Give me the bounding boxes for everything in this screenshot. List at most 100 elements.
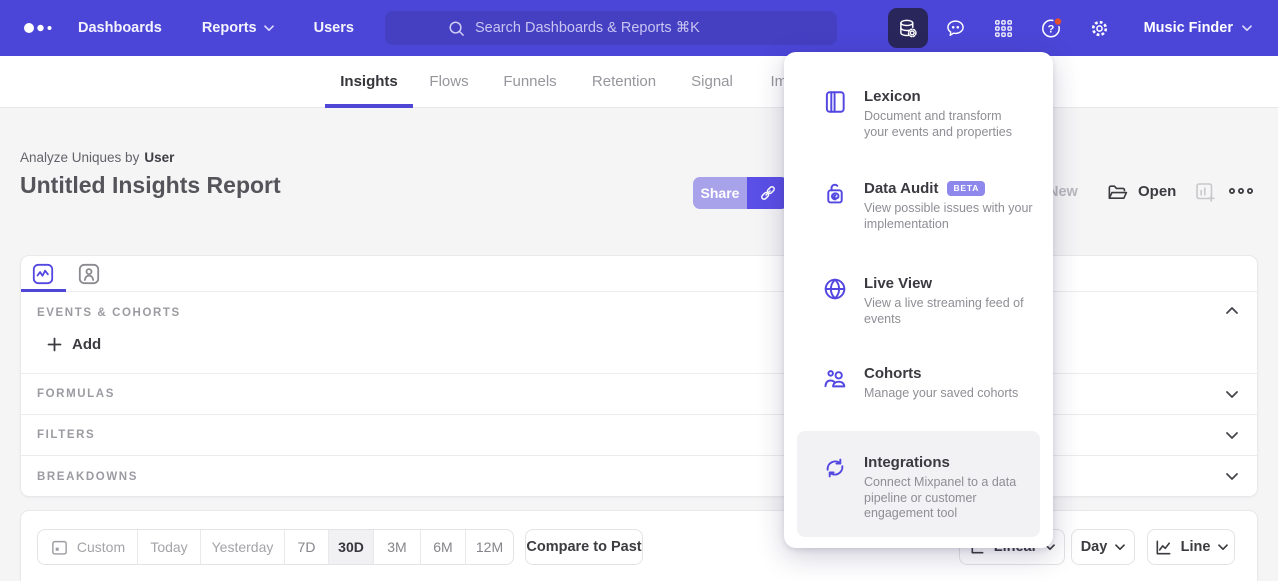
tab-flows[interactable]: Flows: [429, 56, 468, 108]
chevron-down-icon: [1242, 25, 1252, 32]
project-name: Music Finder: [1144, 20, 1233, 36]
tab-signal[interactable]: Signal: [691, 56, 733, 108]
chevron-down-icon: [1218, 544, 1228, 551]
nav-link-users[interactable]: Users: [314, 20, 354, 36]
chevron-down-icon: [1225, 390, 1239, 399]
chart-controls-card: Custom Today Yesterday 7D 30D 3M 6M 12M …: [20, 510, 1258, 581]
link-icon: [758, 183, 778, 203]
chevron-down-icon: [264, 25, 274, 32]
chart-type-dropdown[interactable]: Line: [1147, 529, 1235, 565]
active-tab-underline: [325, 104, 413, 108]
menu-item-cohorts[interactable]: Cohorts Manage your saved cohorts: [784, 365, 1053, 402]
report-title[interactable]: Untitled Insights Report: [20, 172, 281, 199]
more-options-button[interactable]: [1228, 187, 1254, 195]
menu-item-title: Live View: [864, 275, 932, 292]
nav-link-dashboards[interactable]: Dashboards: [78, 20, 162, 36]
chevron-down-icon: [1225, 472, 1239, 481]
notification-dot: [1054, 18, 1062, 26]
menu-item-data-audit[interactable]: Data Audit BETA View possible issues wit…: [784, 180, 1053, 232]
section-label: FILTERS: [37, 429, 95, 441]
menu-item-integrations[interactable]: Integrations Connect Mixpanel to a data …: [797, 431, 1040, 522]
range-custom[interactable]: Custom: [38, 530, 138, 564]
chevron-down-icon: [1225, 431, 1239, 440]
feedback-icon[interactable]: [936, 8, 976, 48]
tab-funnels[interactable]: Funnels: [503, 56, 556, 108]
menu-item-title: Data Audit: [864, 180, 938, 197]
section-label: BREAKDOWNS: [37, 471, 138, 483]
search-icon: [447, 19, 466, 38]
tab-retention[interactable]: Retention: [592, 56, 656, 108]
nav-link-label: Users: [314, 20, 354, 36]
svg-text:?: ?: [1047, 23, 1054, 35]
add-label: Add: [72, 336, 101, 353]
range-today[interactable]: Today: [138, 530, 201, 564]
menu-item-description: Connect Mixpanel to a data pipeline or c…: [864, 475, 1016, 522]
chevron-down-icon: [1115, 544, 1125, 551]
settings-gear-icon[interactable]: [1080, 8, 1120, 48]
menu-item-integrations-highlight[interactable]: Integrations Connect Mixpanel to a data …: [797, 431, 1040, 537]
lexicon-book-icon: [822, 89, 848, 115]
project-selector[interactable]: Music Finder: [1144, 20, 1252, 36]
analysis-eyebrow: Analyze Uniques by User: [20, 150, 174, 165]
segment-label: Custom: [77, 539, 125, 555]
global-search[interactable]: [385, 11, 837, 45]
eyebrow-value[interactable]: User: [144, 150, 174, 165]
range-6m[interactable]: 6M: [421, 530, 466, 564]
data-audit-lock-icon: [822, 181, 848, 207]
range-7d[interactable]: 7D: [285, 530, 329, 564]
search-input[interactable]: [475, 20, 775, 36]
eyebrow-prefix: Analyze Uniques by: [20, 150, 139, 165]
nav-links: Dashboards Reports Users: [78, 20, 354, 36]
menu-item-description: Manage your saved cohorts: [864, 386, 1018, 402]
formulas-section[interactable]: FORMULAS: [21, 374, 1257, 415]
live-view-globe-icon: [822, 276, 848, 302]
builder-view-tabs: [21, 256, 1257, 292]
range-30d[interactable]: 30D: [329, 530, 374, 564]
cohorts-people-icon: [822, 366, 848, 392]
range-yesterday[interactable]: Yesterday: [201, 530, 285, 564]
section-label: EVENTS & COHORTS: [37, 307, 181, 319]
plus-icon: [47, 337, 62, 352]
folder-open-icon: [1106, 181, 1129, 202]
range-3m[interactable]: 3M: [374, 530, 421, 564]
chart-type-label: Line: [1181, 539, 1211, 555]
menu-item-lexicon[interactable]: Lexicon Document and transform your even…: [784, 88, 1053, 140]
share-button[interactable]: Share: [693, 177, 747, 209]
range-12m[interactable]: 12M: [466, 530, 513, 564]
share-group: Share: [693, 177, 788, 209]
help-icon[interactable]: ?: [1032, 8, 1072, 48]
add-to-dashboard-button[interactable]: [1194, 181, 1217, 204]
line-chart-icon: [1154, 538, 1173, 557]
calendar-icon: [50, 538, 69, 557]
menu-item-description: View a live streaming feed of events: [864, 296, 1024, 327]
date-range-segmented-control: Custom Today Yesterday 7D 30D 3M 6M 12M: [37, 529, 514, 565]
tab-insights[interactable]: Insights: [340, 56, 398, 108]
data-management-icon[interactable]: [888, 8, 928, 48]
add-chart-icon: [1194, 181, 1217, 204]
menu-item-description: View possible issues with your implement…: [864, 201, 1033, 232]
mixpanel-logo-icon[interactable]: [22, 20, 58, 36]
profile-view-tab-icon[interactable]: [77, 262, 101, 286]
compare-to-past-button[interactable]: Compare to Past: [525, 529, 643, 565]
menu-item-description: Document and transform your events and p…: [864, 109, 1012, 140]
filters-section[interactable]: FILTERS: [21, 415, 1257, 456]
chart-view-tab-icon[interactable]: [31, 262, 55, 286]
interval-label: Day: [1081, 539, 1108, 555]
nav-link-reports[interactable]: Reports: [202, 20, 274, 36]
copy-link-button[interactable]: [747, 177, 788, 209]
menu-item-title: Integrations: [864, 454, 950, 471]
interval-dropdown[interactable]: Day: [1071, 529, 1135, 565]
section-label: FORMULAS: [37, 388, 115, 400]
chevron-up-icon[interactable]: [1225, 306, 1239, 315]
breakdowns-section[interactable]: BREAKDOWNS: [21, 456, 1257, 497]
menu-item-live-view[interactable]: Live View View a live streaming feed of …: [784, 275, 1053, 327]
events-cohorts-section: EVENTS & COHORTS Add: [21, 292, 1257, 374]
add-event-button[interactable]: Add: [47, 336, 101, 353]
top-navbar: Dashboards Reports Users: [0, 0, 1278, 56]
beta-badge: BETA: [947, 181, 985, 196]
navbar-right-actions: ? Music Finder: [888, 0, 1278, 56]
report-tabbar: Insights Flows Funnels Retention Signal …: [0, 56, 1278, 108]
app-grid-icon[interactable]: [984, 8, 1024, 48]
open-report-button[interactable]: Open: [1106, 181, 1176, 202]
open-label: Open: [1138, 183, 1176, 200]
